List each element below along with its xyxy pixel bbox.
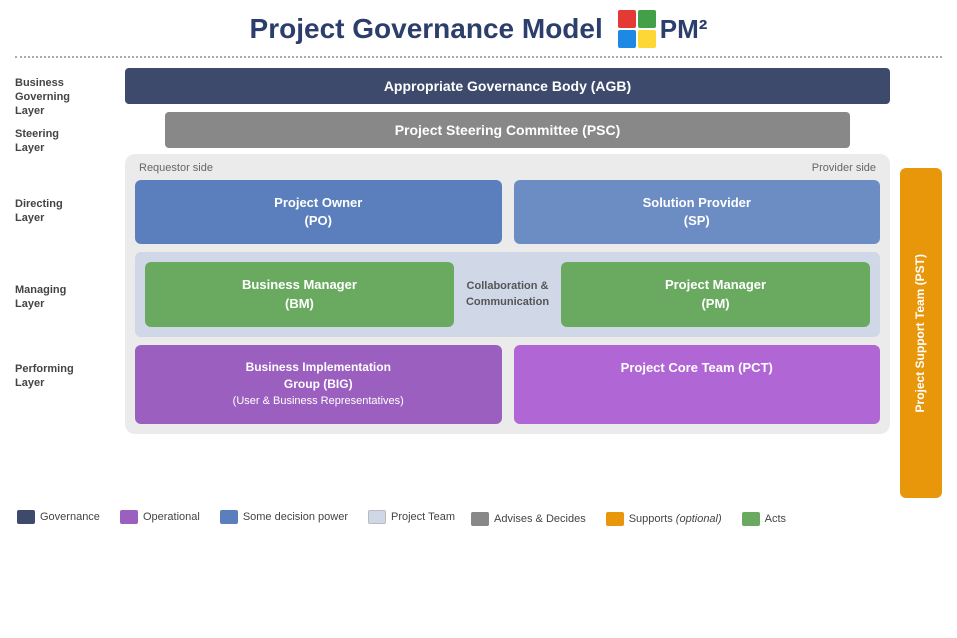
bm-line1: Business Manager	[242, 277, 357, 292]
collab-text: Collaboration & Communication	[466, 279, 549, 310]
label-managing: ManagingLayer	[15, 258, 125, 336]
legend-governance-label: Governance	[40, 511, 100, 523]
po-line2: (PO)	[305, 213, 332, 228]
sp-line1: Solution Provider	[643, 195, 751, 210]
legend-operational-label: Operational	[143, 511, 200, 523]
bm-box: Business Manager (BM)	[145, 262, 454, 326]
header-divider	[15, 56, 942, 58]
pm2-logo-icon	[618, 10, 656, 48]
page-header: Project Governance Model PM²	[15, 10, 942, 48]
legend-decision-power-label: Some decision power	[243, 511, 348, 523]
legend-supports-box	[606, 512, 624, 526]
side-labels: Requestor side Provider side	[135, 162, 880, 174]
legend-project-team-box	[368, 510, 386, 524]
collab-line1: Collaboration &	[467, 280, 549, 292]
pct-box: Project Core Team (PCT)	[514, 345, 881, 424]
managing-container: Business Manager (BM) Collaboration & Co…	[135, 252, 880, 336]
legend-acts-box	[742, 512, 760, 526]
legend-row-2: Advises & Decides Supports (optional) Ac…	[471, 512, 786, 526]
legend-advises-box	[471, 512, 489, 526]
diagram-content: Appropriate Governance Body (AGB) Projec…	[125, 68, 890, 434]
sp-box: Solution Provider (SP)	[514, 180, 881, 244]
inner-container: Requestor side Provider side Project Own…	[125, 154, 890, 434]
legend-decision-power: Some decision power	[220, 510, 348, 524]
legend-advises: Advises & Decides	[471, 512, 586, 526]
legend-acts-label: Acts	[765, 513, 786, 525]
big-box: Business Implementation Group (BIG) (Use…	[135, 345, 502, 424]
pst-text: Project Support Team (PST)	[913, 254, 929, 412]
label-steering: SteeringLayer	[15, 118, 125, 164]
legend-supports-label: Supports (optional)	[629, 513, 722, 525]
label-performing: PerformingLayer	[15, 336, 125, 416]
pct-line1: Project Core Team (PCT)	[621, 360, 773, 375]
pm-box: Project Manager (PM)	[561, 262, 870, 326]
big-line2: Group (BIG)	[284, 377, 353, 391]
layer-labels: BusinessGoverningLayer SteeringLayer Dir…	[15, 68, 125, 416]
legend-governance: Governance	[17, 510, 100, 524]
bm-line2: (BM)	[285, 296, 314, 311]
pm2-text: PM²	[660, 14, 708, 45]
legend-row-1: Governance Operational Some decision pow…	[17, 510, 455, 524]
label-directing: DirectingLayer	[15, 164, 125, 258]
legend: Governance Operational Some decision pow…	[15, 508, 942, 526]
provider-side-label: Provider side	[812, 162, 876, 174]
directing-row: Project Owner (PO) Solution Provider (SP…	[135, 180, 880, 244]
big-line1: Business Implementation	[246, 360, 391, 374]
legend-project-team: Project Team	[368, 510, 455, 524]
requestor-side-label: Requestor side	[139, 162, 213, 174]
legend-operational: Operational	[120, 510, 200, 524]
sp-line2: (SP)	[684, 213, 710, 228]
legend-decision-power-box	[220, 510, 238, 524]
po-box: Project Owner (PO)	[135, 180, 502, 244]
legend-advises-label: Advises & Decides	[494, 513, 586, 525]
legend-supports: Supports (optional)	[606, 512, 722, 526]
page-title: Project Governance Model	[250, 13, 603, 45]
label-business-governing: BusinessGoverningLayer	[15, 76, 125, 118]
big-line3: (User & Business Representatives)	[233, 395, 404, 407]
legend-governance-box	[17, 510, 35, 524]
pm2-logo: PM²	[618, 10, 708, 48]
performing-row: Business Implementation Group (BIG) (Use…	[135, 345, 880, 424]
collab-line2: Communication	[466, 296, 549, 308]
pm-line2: (PM)	[701, 296, 729, 311]
po-line1: Project Owner	[274, 195, 362, 210]
pst-line2: Team (PST)	[913, 254, 927, 319]
pst-box: Project Support Team (PST)	[900, 168, 942, 498]
managing-row: Business Manager (BM) Collaboration & Co…	[145, 262, 870, 326]
pst-line1: Project Support	[913, 322, 927, 412]
agb-box: Appropriate Governance Body (AGB)	[125, 68, 890, 104]
legend-operational-box	[120, 510, 138, 524]
pm-line1: Project Manager	[665, 277, 766, 292]
psc-box: Project Steering Committee (PSC)	[165, 112, 850, 148]
legend-project-team-label: Project Team	[391, 511, 455, 523]
legend-acts: Acts	[742, 512, 786, 526]
